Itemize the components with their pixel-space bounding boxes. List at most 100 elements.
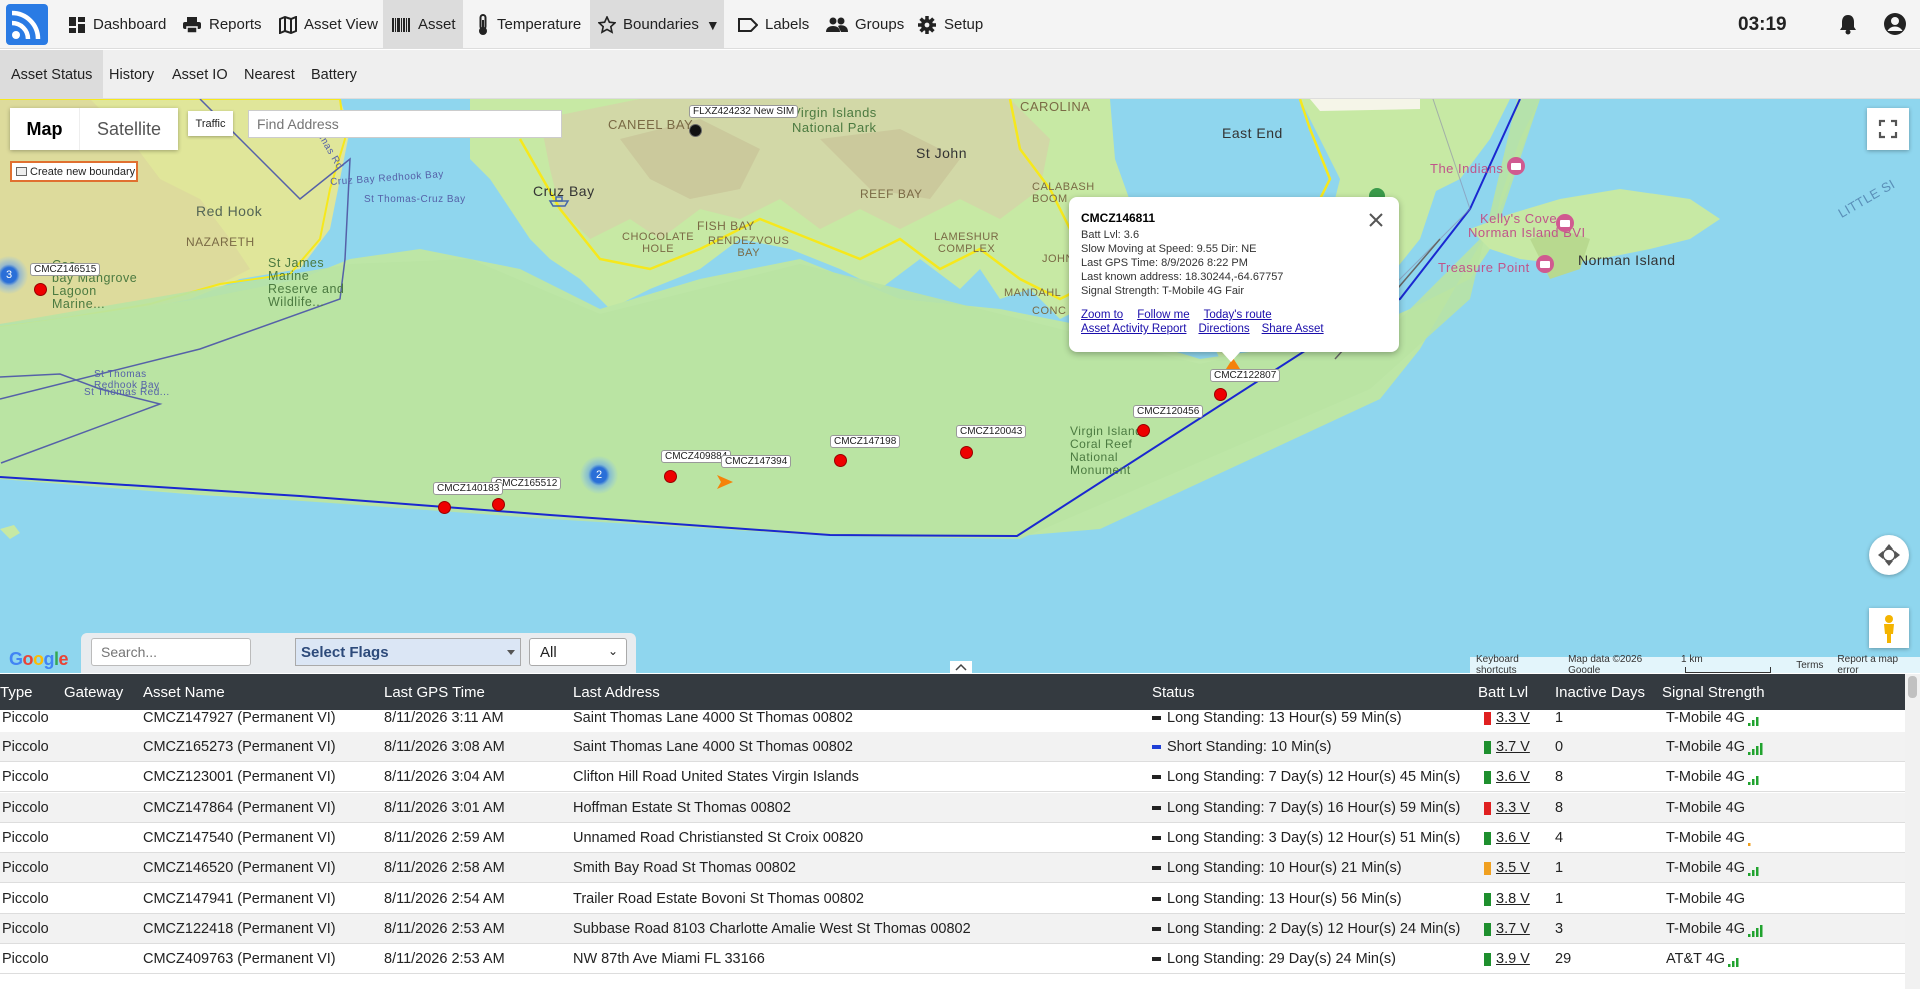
asset-marker-dot[interactable] bbox=[1214, 388, 1227, 401]
nav-asset[interactable]: Asset bbox=[383, 0, 463, 49]
cell-battery[interactable]: 3.6 V bbox=[1484, 769, 1530, 785]
collapse-table-button[interactable] bbox=[950, 661, 972, 673]
tab-nearest[interactable]: Nearest bbox=[233, 50, 306, 99]
table-row[interactable]: Piccolo CMCZ147941 (Permanent VI) 8/11/202… bbox=[0, 884, 1905, 914]
report-error-link[interactable]: Report a map error bbox=[1837, 654, 1914, 673]
table-row[interactable]: Piccolo CMCZ147864 (Permanent VI) 8/11/202… bbox=[0, 793, 1905, 823]
asset-marker-label[interactable]: FLXZ424232 New SIM bbox=[689, 105, 799, 118]
asset-marker-dot[interactable] bbox=[1137, 424, 1150, 437]
user-account-icon[interactable] bbox=[1883, 12, 1907, 36]
asset-marker-dot[interactable] bbox=[689, 124, 702, 137]
nav-labels[interactable]: Labels bbox=[730, 0, 817, 49]
col-type[interactable]: Type bbox=[0, 684, 33, 701]
bell-icon[interactable] bbox=[1838, 13, 1858, 35]
scrollbar-thumb[interactable] bbox=[1908, 676, 1917, 698]
battery-voltage[interactable]: 3.3 V bbox=[1496, 800, 1530, 816]
asset-search-input[interactable] bbox=[91, 638, 251, 666]
col-batt-lvl[interactable]: Batt Lvl bbox=[1478, 684, 1528, 701]
table-row[interactable]: Piccolo CMCZ409763 (Permanent VI) 8/11/202… bbox=[0, 944, 1905, 974]
battery-voltage[interactable]: 3.6 V bbox=[1496, 830, 1530, 846]
tab-history[interactable]: History bbox=[98, 50, 165, 99]
keyboard-shortcuts-link[interactable]: Keyboard shortcuts bbox=[1476, 654, 1554, 673]
tab-asset-io[interactable]: Asset IO bbox=[161, 50, 239, 99]
map-scale[interactable]: 1 km bbox=[1681, 654, 1782, 673]
col-gateway[interactable]: Gateway bbox=[64, 684, 123, 701]
table-row[interactable]: Piccolo CMCZ147927 (Permanent VI) 8/11/202… bbox=[0, 703, 1905, 733]
asset-marker-dot[interactable] bbox=[492, 498, 505, 511]
nav-temperature[interactable]: Temperature bbox=[468, 0, 589, 49]
battery-voltage[interactable]: 3.8 V bbox=[1496, 891, 1530, 907]
nav-setup[interactable]: Setup bbox=[909, 0, 991, 49]
cell-battery[interactable]: 3.3 V bbox=[1484, 800, 1530, 816]
table-row[interactable]: Piccolo CMCZ123001 (Permanent VI) 8/11/202… bbox=[0, 762, 1905, 792]
tab-asset-status[interactable]: Asset Status bbox=[0, 50, 104, 99]
moving-arrow-icon[interactable] bbox=[715, 473, 735, 491]
flags-select[interactable]: Select Flags bbox=[295, 638, 521, 666]
battery-voltage[interactable]: 3.5 V bbox=[1496, 860, 1530, 876]
zoom-to-link[interactable]: Zoom to bbox=[1081, 309, 1123, 321]
find-address-input[interactable] bbox=[248, 110, 562, 138]
type-select[interactable]: All ⌄ bbox=[529, 638, 627, 666]
app-logo[interactable] bbox=[6, 4, 48, 45]
table-scrollbar[interactable] bbox=[1905, 674, 1920, 989]
satellite-view-button[interactable]: Satellite bbox=[80, 108, 178, 150]
google-logo[interactable]: Google bbox=[9, 649, 69, 670]
nav-groups[interactable]: Groups bbox=[818, 0, 912, 49]
traffic-button[interactable]: Traffic bbox=[188, 111, 233, 136]
tab-battery[interactable]: Battery bbox=[300, 50, 368, 99]
cell-battery[interactable]: 3.3 V bbox=[1484, 710, 1530, 726]
table-row[interactable]: Piccolo CMCZ122418 (Permanent VI) 8/11/202… bbox=[0, 914, 1905, 944]
cell-battery[interactable]: 3.7 V bbox=[1484, 921, 1530, 937]
battery-voltage[interactable]: 3.6 V bbox=[1496, 769, 1530, 785]
battery-voltage[interactable]: 3.9 V bbox=[1496, 951, 1530, 967]
map-canvas[interactable]: CANEEL BAY Virgin Islands National Park … bbox=[0, 99, 1920, 673]
fullscreen-button[interactable] bbox=[1867, 108, 1909, 150]
fullscreen-icon bbox=[1878, 119, 1898, 139]
battery-voltage[interactable]: 3.3 V bbox=[1496, 710, 1530, 726]
asset-marker-label[interactable]: CMCZ147394 bbox=[721, 455, 792, 468]
street-view-button[interactable] bbox=[1869, 608, 1909, 648]
table-row[interactable]: Piccolo CMCZ146520 (Permanent VI) 8/11/202… bbox=[0, 853, 1905, 883]
asset-marker-label[interactable]: CMCZ146515 bbox=[30, 263, 101, 276]
col-inactive-days[interactable]: Inactive Days bbox=[1555, 684, 1645, 701]
cell-battery[interactable]: 3.7 V bbox=[1484, 739, 1530, 755]
asset-marker-dot[interactable] bbox=[34, 283, 47, 296]
cell-battery[interactable]: 3.8 V bbox=[1484, 891, 1530, 907]
marker-cluster[interactable]: 2 bbox=[580, 456, 618, 494]
asset-marker-dot[interactable] bbox=[664, 470, 677, 483]
asset-marker-dot[interactable] bbox=[834, 454, 847, 467]
nav-reports[interactable]: Reports bbox=[174, 0, 270, 49]
cell-battery[interactable]: 3.6 V bbox=[1484, 830, 1530, 846]
follow-me-link[interactable]: Follow me bbox=[1137, 309, 1189, 321]
map-view-button[interactable]: Map bbox=[10, 108, 80, 150]
asset-marker-label[interactable]: CMCZ120043 bbox=[956, 425, 1027, 438]
nav-asset-view[interactable]: Asset View bbox=[271, 0, 386, 49]
terms-link[interactable]: Terms bbox=[1796, 660, 1823, 671]
asset-marker-label[interactable]: CMCZ120456 bbox=[1133, 405, 1204, 418]
close-icon[interactable] bbox=[1367, 211, 1385, 229]
activity-report-link[interactable]: Asset Activity Report bbox=[1081, 323, 1186, 335]
nav-boundaries[interactable]: Boundaries ▼ bbox=[590, 0, 724, 49]
asset-marker-dot[interactable] bbox=[438, 501, 451, 514]
col-asset-name[interactable]: Asset Name bbox=[143, 684, 225, 701]
battery-voltage[interactable]: 3.7 V bbox=[1496, 739, 1530, 755]
asset-marker-label[interactable]: CMCZ140183 bbox=[433, 482, 504, 495]
col-signal-strength[interactable]: Signal Strength bbox=[1662, 684, 1765, 701]
battery-voltage[interactable]: 3.7 V bbox=[1496, 921, 1530, 937]
directions-link[interactable]: Directions bbox=[1198, 323, 1249, 335]
todays-route-link[interactable]: Today's route bbox=[1204, 309, 1272, 321]
table-row[interactable]: Piccolo CMCZ165273 (Permanent VI) 8/11/202… bbox=[0, 732, 1905, 762]
nav-dashboard[interactable]: Dashboard bbox=[60, 0, 174, 49]
camera-control-button[interactable] bbox=[1869, 535, 1909, 575]
asset-marker-dot[interactable] bbox=[960, 446, 973, 459]
share-asset-link[interactable]: Share Asset bbox=[1262, 323, 1324, 335]
cell-battery[interactable]: 3.9 V bbox=[1484, 951, 1530, 967]
col-last-gps-time[interactable]: Last GPS Time bbox=[384, 684, 485, 701]
asset-marker-label[interactable]: CMCZ147198 bbox=[830, 435, 901, 448]
col-status[interactable]: Status bbox=[1152, 684, 1195, 701]
col-last-address[interactable]: Last Address bbox=[573, 684, 660, 701]
create-boundary-button[interactable]: Create new boundary bbox=[10, 161, 138, 182]
asset-marker-label[interactable]: CMCZ122807 bbox=[1210, 369, 1281, 382]
cell-battery[interactable]: 3.5 V bbox=[1484, 860, 1530, 876]
table-row[interactable]: Piccolo CMCZ147540 (Permanent VI) 8/11/202… bbox=[0, 823, 1905, 853]
